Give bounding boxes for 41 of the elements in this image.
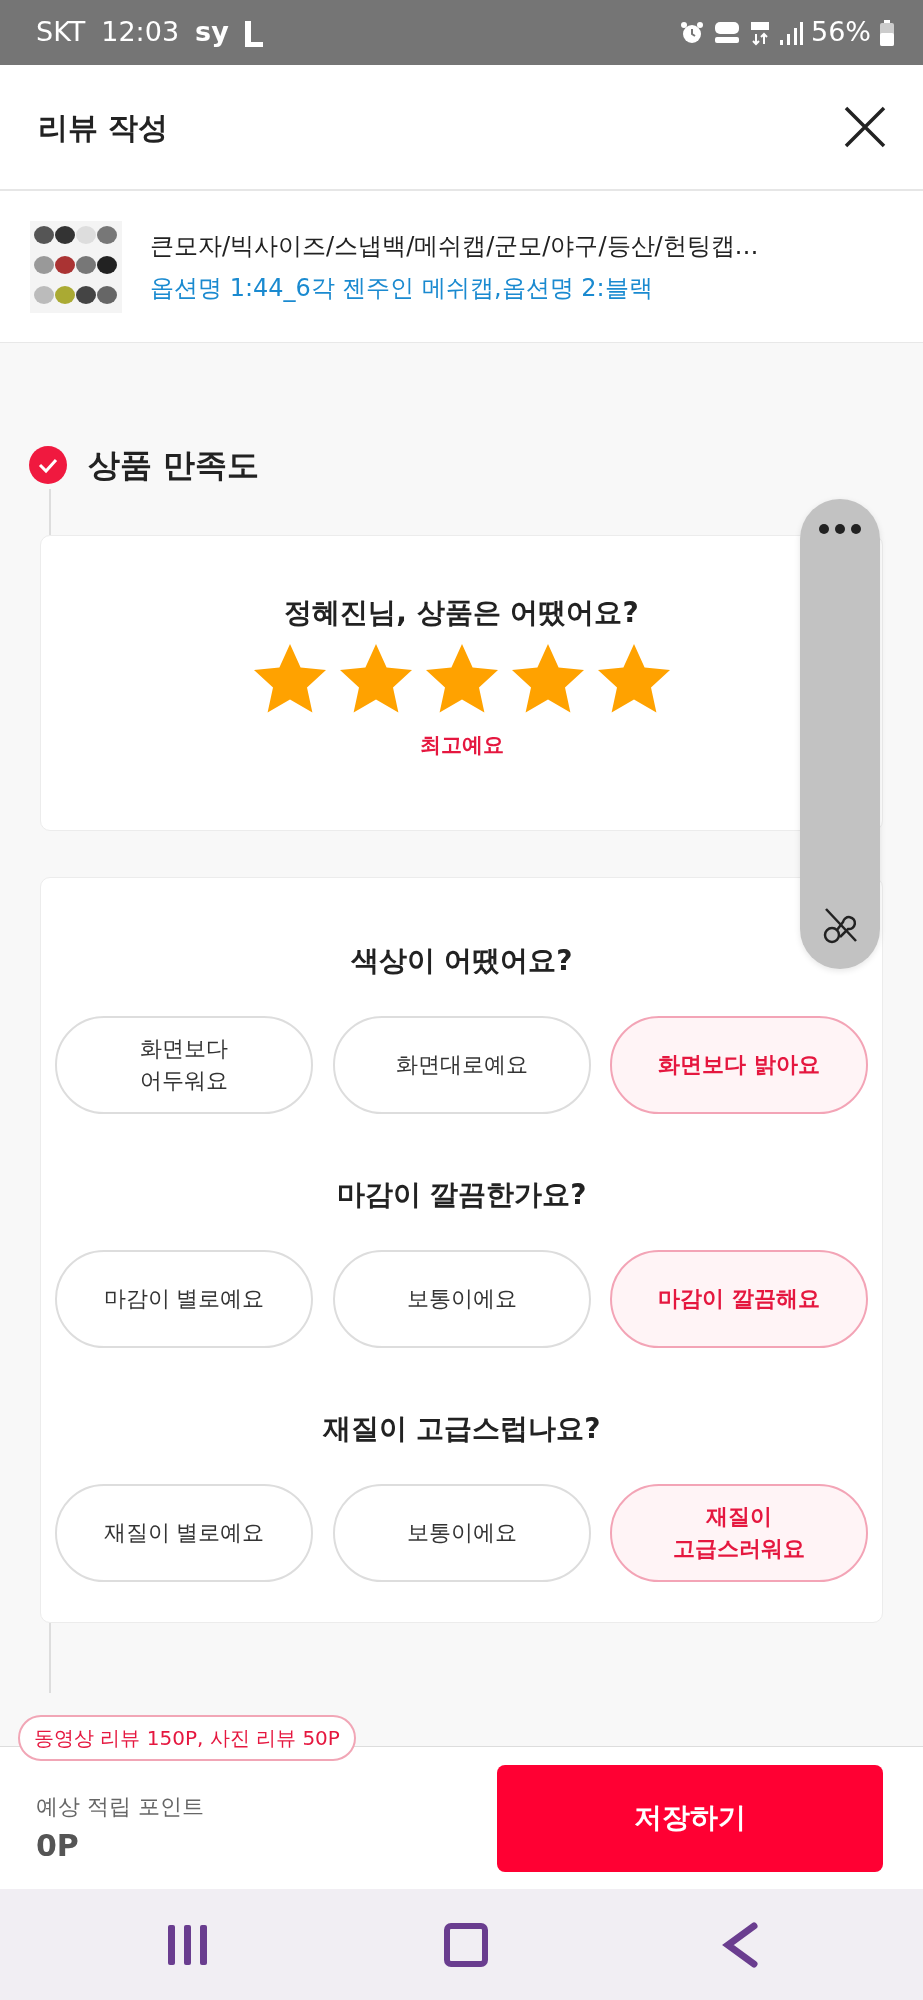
option-button[interactable]: 재질이 별로예요: [55, 1484, 313, 1582]
star-icon[interactable]: [337, 642, 414, 714]
star-icon[interactable]: [251, 642, 328, 714]
alarm-icon: [679, 19, 705, 46]
more-icon[interactable]: [818, 523, 862, 535]
star-icon[interactable]: [509, 642, 586, 714]
star-icon[interactable]: [595, 642, 672, 714]
star-icon[interactable]: [423, 642, 500, 714]
points-value: 0P: [36, 1827, 80, 1865]
option-button[interactable]: 보통이에요: [332, 1484, 591, 1582]
close-button[interactable]: [843, 105, 887, 149]
section-title: 상품 만족도: [88, 445, 260, 486]
option-button[interactable]: 재질이 고급스러워요: [610, 1484, 868, 1582]
l-shape-icon: [244, 18, 265, 47]
option-button[interactable]: 화면보다 어두워요: [55, 1016, 313, 1114]
rating-caption: 최고예요: [419, 732, 504, 759]
save-button[interactable]: 저장하기: [497, 1764, 883, 1872]
question-text: 정혜진님, 상품은 어땠어요?: [284, 595, 639, 631]
hd-voice-icon: [713, 19, 741, 46]
option-button[interactable]: 마감이 깔끔해요: [610, 1250, 868, 1348]
points-label: 예상 적립 포인트: [36, 1793, 204, 1821]
carrier-text: SKT: [36, 15, 86, 50]
battery-text: 56%: [811, 15, 871, 50]
points-badge: 동영상 리뷰 150P, 사진 리뷰 50P: [18, 1715, 356, 1761]
option-button[interactable]: 화면대로예요: [332, 1016, 591, 1114]
option-button[interactable]: 보통이에요: [332, 1250, 591, 1348]
close-icon: [843, 105, 887, 149]
status-text: sy: [195, 15, 229, 50]
question-text: 재질이 고급스럽나요?: [322, 1411, 601, 1447]
clock-text: 12:03: [101, 15, 180, 50]
product-option: 옵션명 1:44_6각 젠주인 메쉬캡,옵션명 2:블랙: [150, 269, 759, 306]
question-text: 색상이 어땠어요?: [350, 943, 573, 979]
signal-icon: [779, 19, 803, 46]
question-text: 마감이 깔끔한가요?: [336, 1177, 587, 1213]
option-button[interactable]: 마감이 별로예요: [55, 1250, 313, 1348]
option-button[interactable]: 화면보다 밝아요: [610, 1016, 868, 1114]
page-title: 리뷰 작성: [38, 108, 169, 147]
home-icon[interactable]: [442, 1921, 489, 1968]
product-name: 큰모자/빅사이즈/스냅백/메쉬캡/군모/야구/등산/헌팅캡…: [150, 230, 759, 262]
battery-icon: [879, 18, 895, 47]
lte-icon: [749, 19, 771, 46]
